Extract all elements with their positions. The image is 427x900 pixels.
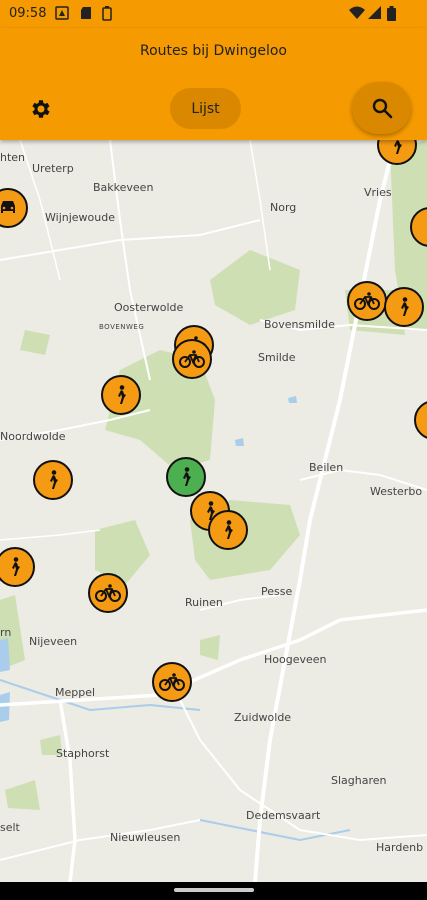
- place-label: Norg: [270, 201, 297, 214]
- walking-person-icon: [12, 557, 20, 576]
- place-label: Hoogeveen: [264, 653, 327, 666]
- list-button[interactable]: Lijst: [170, 88, 241, 129]
- route-marker-walk-selected[interactable]: [166, 457, 206, 497]
- place-label: Zuidwolde: [234, 711, 292, 724]
- walking-person-icon: [421, 217, 427, 237]
- walking-person-icon: [118, 385, 126, 404]
- status-time: 09:58: [9, 6, 47, 21]
- app-bar: Routes bij Dwingeloo Lijst: [0, 28, 427, 140]
- bicycle-icon: [179, 350, 205, 368]
- route-marker-walk[interactable]: [101, 375, 141, 415]
- walking-person-icon: [394, 140, 402, 154]
- place-label: Meppel: [55, 686, 96, 699]
- place-label: Oosterwolde: [114, 301, 184, 314]
- battery-saver-icon: [102, 6, 112, 21]
- battery-icon: [387, 6, 396, 21]
- place-label: Staphorst: [56, 747, 110, 760]
- place-label: Wijnjewoude: [45, 211, 115, 224]
- place-label: BOVENWEG: [99, 323, 145, 331]
- signal-icon: [368, 6, 381, 19]
- place-label: Slagharen: [331, 774, 387, 787]
- place-label: Smilde: [258, 351, 296, 364]
- place-label: Ruinen: [185, 596, 223, 609]
- place-label: Nijeveen: [29, 635, 78, 648]
- search-button[interactable]: [352, 82, 411, 134]
- route-marker-bike[interactable]: [347, 281, 387, 321]
- search-icon: [372, 98, 392, 119]
- place-label: Noordwolde: [0, 430, 66, 443]
- bicycle-icon: [159, 673, 185, 691]
- route-marker-bike[interactable]: [152, 662, 192, 702]
- place-label: hten: [0, 151, 26, 164]
- home-handle[interactable]: [174, 888, 254, 892]
- walking-person-icon: [50, 470, 58, 489]
- route-marker-walk[interactable]: [384, 287, 424, 327]
- place-label: Vries: [364, 186, 392, 199]
- place-label: Beilen: [309, 461, 344, 474]
- place-label: Bakkeveen: [93, 181, 154, 194]
- place-label: Dedemsvaart: [246, 809, 321, 822]
- walking-person-icon: [401, 297, 409, 316]
- sd-card-icon: [81, 7, 91, 19]
- walking-person-icon: [183, 467, 191, 486]
- wifi-icon: [349, 6, 365, 19]
- place-label: selt: [0, 821, 20, 834]
- notification-icon: [55, 6, 69, 20]
- car-icon: [1, 201, 15, 213]
- place-label: Nieuwleusen: [110, 831, 181, 844]
- route-marker-bike[interactable]: [88, 573, 128, 613]
- page-title: Routes bij Dwingeloo: [139, 43, 287, 59]
- gear-icon: [32, 100, 50, 118]
- route-marker-walk[interactable]: [33, 460, 73, 500]
- bicycle-icon: [354, 292, 380, 310]
- route-marker-bike[interactable]: [172, 339, 212, 379]
- bicycle-icon: [95, 584, 121, 602]
- map-view[interactable]: Ureterp Bakkeveen Wijnjewoude Norg Vries…: [0, 140, 427, 882]
- place-label: Ureterp: [32, 162, 74, 175]
- place-label: Pesse: [261, 585, 293, 598]
- navigation-bar: [0, 882, 427, 900]
- place-label: Hardenb: [376, 841, 424, 854]
- place-label: rn: [0, 626, 12, 639]
- route-marker-walk[interactable]: [208, 510, 248, 550]
- status-bar: 09:58: [0, 0, 427, 28]
- place-label: Westerbo: [370, 485, 423, 498]
- place-label: Bovensmilde: [264, 318, 335, 331]
- walking-person-icon: [225, 520, 233, 539]
- settings-button[interactable]: [26, 94, 56, 124]
